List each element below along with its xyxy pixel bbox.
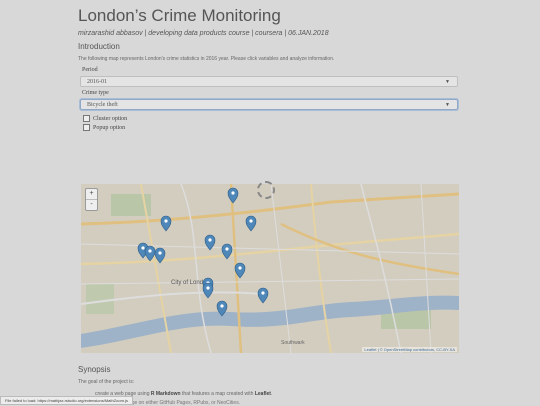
bullet-bold: Leaflet bbox=[254, 391, 271, 397]
map-marker-dot bbox=[220, 304, 224, 308]
page-subtitle: mirzarashid abbasov | developing data pr… bbox=[78, 30, 329, 37]
bullet-text: that features a map created with bbox=[180, 391, 255, 397]
page-title: London’s Crime Monitoring bbox=[78, 6, 281, 25]
crime-type-select[interactable]: Bicycle theft ▼ bbox=[80, 99, 458, 110]
map-marker-dot bbox=[206, 286, 210, 290]
map-marker-dot bbox=[164, 219, 168, 223]
map-marker-dot bbox=[141, 246, 145, 250]
period-label: Period bbox=[82, 67, 98, 73]
loading-spinner-icon bbox=[257, 181, 275, 199]
page: London’s Crime Monitoring mirzarashid ab… bbox=[0, 0, 540, 406]
crime-map[interactable]: City of London Southwark + - Leaflet | ©… bbox=[81, 184, 459, 353]
checkbox-box[interactable] bbox=[83, 115, 90, 122]
period-value: 2016-01 bbox=[87, 79, 107, 85]
leaflet-link[interactable]: Leaflet bbox=[364, 347, 376, 352]
map-label-southwark: Southwark bbox=[281, 340, 305, 346]
zoom-out-button[interactable]: - bbox=[86, 199, 97, 210]
introduction-text: The following map represents London's cr… bbox=[78, 56, 335, 62]
popup-option-checkbox[interactable]: Popup option bbox=[83, 124, 125, 131]
bullet-bold: R Markdown bbox=[150, 391, 181, 397]
map-marker-dot bbox=[225, 247, 229, 251]
map-attribution: Leaflet | © OpenStreetMap contributors, … bbox=[362, 347, 457, 352]
checkbox-box[interactable] bbox=[83, 124, 90, 131]
cluster-option-checkbox[interactable]: Cluster option bbox=[83, 115, 127, 122]
status-bar: File failed to load: https://mathjax.rst… bbox=[0, 396, 133, 405]
introduction-heading: Introduction bbox=[78, 42, 120, 51]
map-marker-dot bbox=[261, 291, 265, 295]
synopsis-text: The goal of the project is: bbox=[78, 379, 135, 385]
period-select[interactable]: 2016-01 ▼ bbox=[80, 76, 458, 87]
map-marker-dot bbox=[208, 238, 212, 242]
bullet-text: . bbox=[270, 391, 273, 397]
map-marker-dot bbox=[231, 191, 235, 195]
map-marker-dot bbox=[238, 266, 242, 270]
crime-type-value: Bicycle theft bbox=[87, 102, 118, 108]
chevron-down-icon: ▼ bbox=[445, 79, 450, 85]
map-tiles: City of London Southwark bbox=[81, 184, 459, 353]
zoom-control: + - bbox=[85, 188, 98, 211]
map-marker-dot bbox=[148, 249, 152, 253]
crime-type-label: Crime type bbox=[82, 90, 109, 96]
zoom-in-button[interactable]: + bbox=[86, 189, 97, 199]
attribution-text: | © OpenStreetMap contributors, CC-BY-SA bbox=[377, 347, 455, 352]
map-marker-dot bbox=[158, 251, 162, 255]
popup-option-label: Popup option bbox=[93, 124, 126, 131]
synopsis-heading: Synopsis bbox=[78, 365, 111, 374]
map-marker-dot bbox=[249, 219, 253, 223]
chevron-down-icon: ▼ bbox=[445, 102, 450, 108]
cluster-option-label: Cluster option bbox=[93, 115, 128, 122]
